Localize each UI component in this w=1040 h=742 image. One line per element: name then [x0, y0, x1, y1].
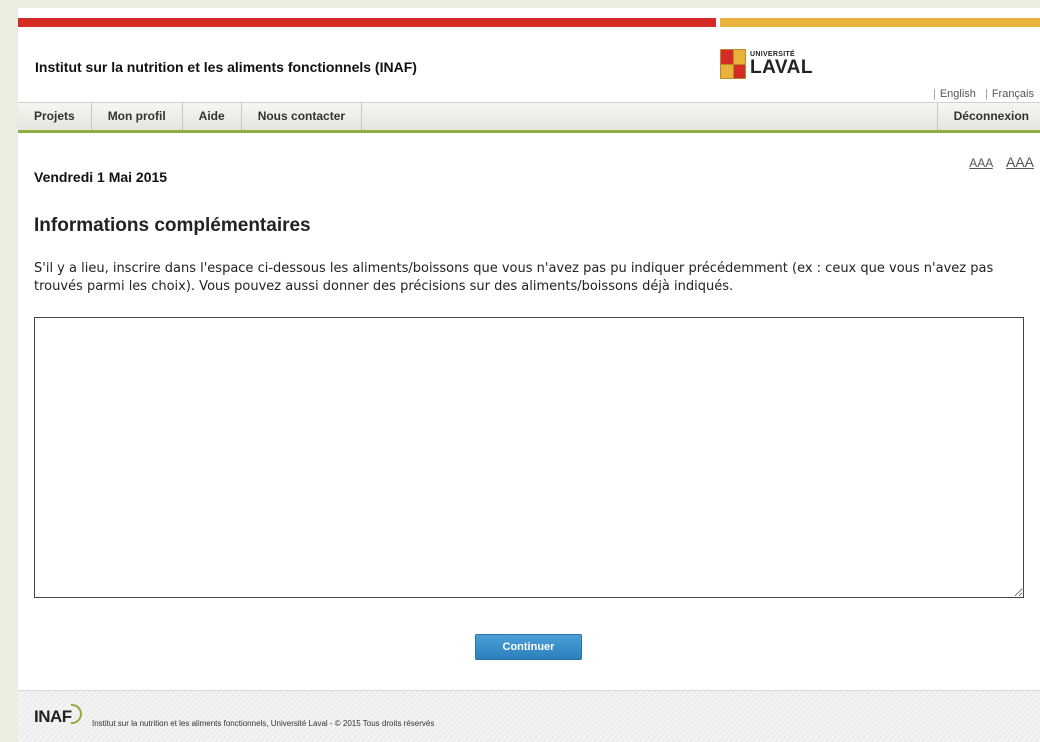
- nav-item-mon-profil[interactable]: Mon profil: [92, 103, 183, 130]
- additional-info-textarea[interactable]: [34, 317, 1024, 598]
- page-title: Informations complémentaires: [34, 215, 311, 236]
- inaf-logo: INAF: [34, 704, 82, 727]
- nav-item-projets[interactable]: Projets: [18, 103, 92, 130]
- universite-laval-logo[interactable]: UNIVERSITÉ LAVAL: [720, 49, 813, 79]
- top-bar-red: [18, 18, 716, 27]
- font-size-controls: AAA AAA: [959, 154, 1034, 170]
- lang-francais-link[interactable]: Français: [992, 88, 1034, 100]
- top-bar-gold: [720, 18, 1040, 27]
- logo-big-text: LAVAL: [750, 57, 814, 78]
- header: Institut sur la nutrition et les aliment…: [18, 27, 1040, 102]
- site-title: Institut sur la nutrition et les aliment…: [35, 59, 417, 75]
- nav-item-aide[interactable]: Aide: [183, 103, 242, 130]
- footer: INAF Institut sur la nutrition et les al…: [18, 690, 1040, 742]
- lang-english-link[interactable]: English: [940, 88, 976, 100]
- swoosh-icon: [70, 704, 82, 724]
- crest-icon: [720, 49, 746, 79]
- language-switcher: | English | Français: [932, 88, 1034, 100]
- top-color-bar: [18, 18, 1040, 27]
- continue-button[interactable]: Continuer: [475, 634, 582, 660]
- nav-item-nous-contacter[interactable]: Nous contacter: [242, 103, 363, 130]
- current-date: Vendredi 1 Mai 2015: [34, 169, 168, 185]
- logout-button[interactable]: Déconnexion: [936, 103, 1040, 130]
- page: Institut sur la nutrition et les aliment…: [18, 8, 1040, 742]
- main-nav: Projets Mon profil Aide Nous contacter D…: [18, 102, 1040, 133]
- inaf-logo-text: INAF: [34, 707, 72, 726]
- footer-copyright: Institut sur la nutrition et les aliment…: [92, 719, 435, 728]
- font-size-large-button[interactable]: AAA: [1006, 154, 1034, 170]
- font-size-small-button[interactable]: AAA: [969, 156, 992, 170]
- instructions-text: S'il y a lieu, inscrire dans l'espace ci…: [34, 261, 994, 294]
